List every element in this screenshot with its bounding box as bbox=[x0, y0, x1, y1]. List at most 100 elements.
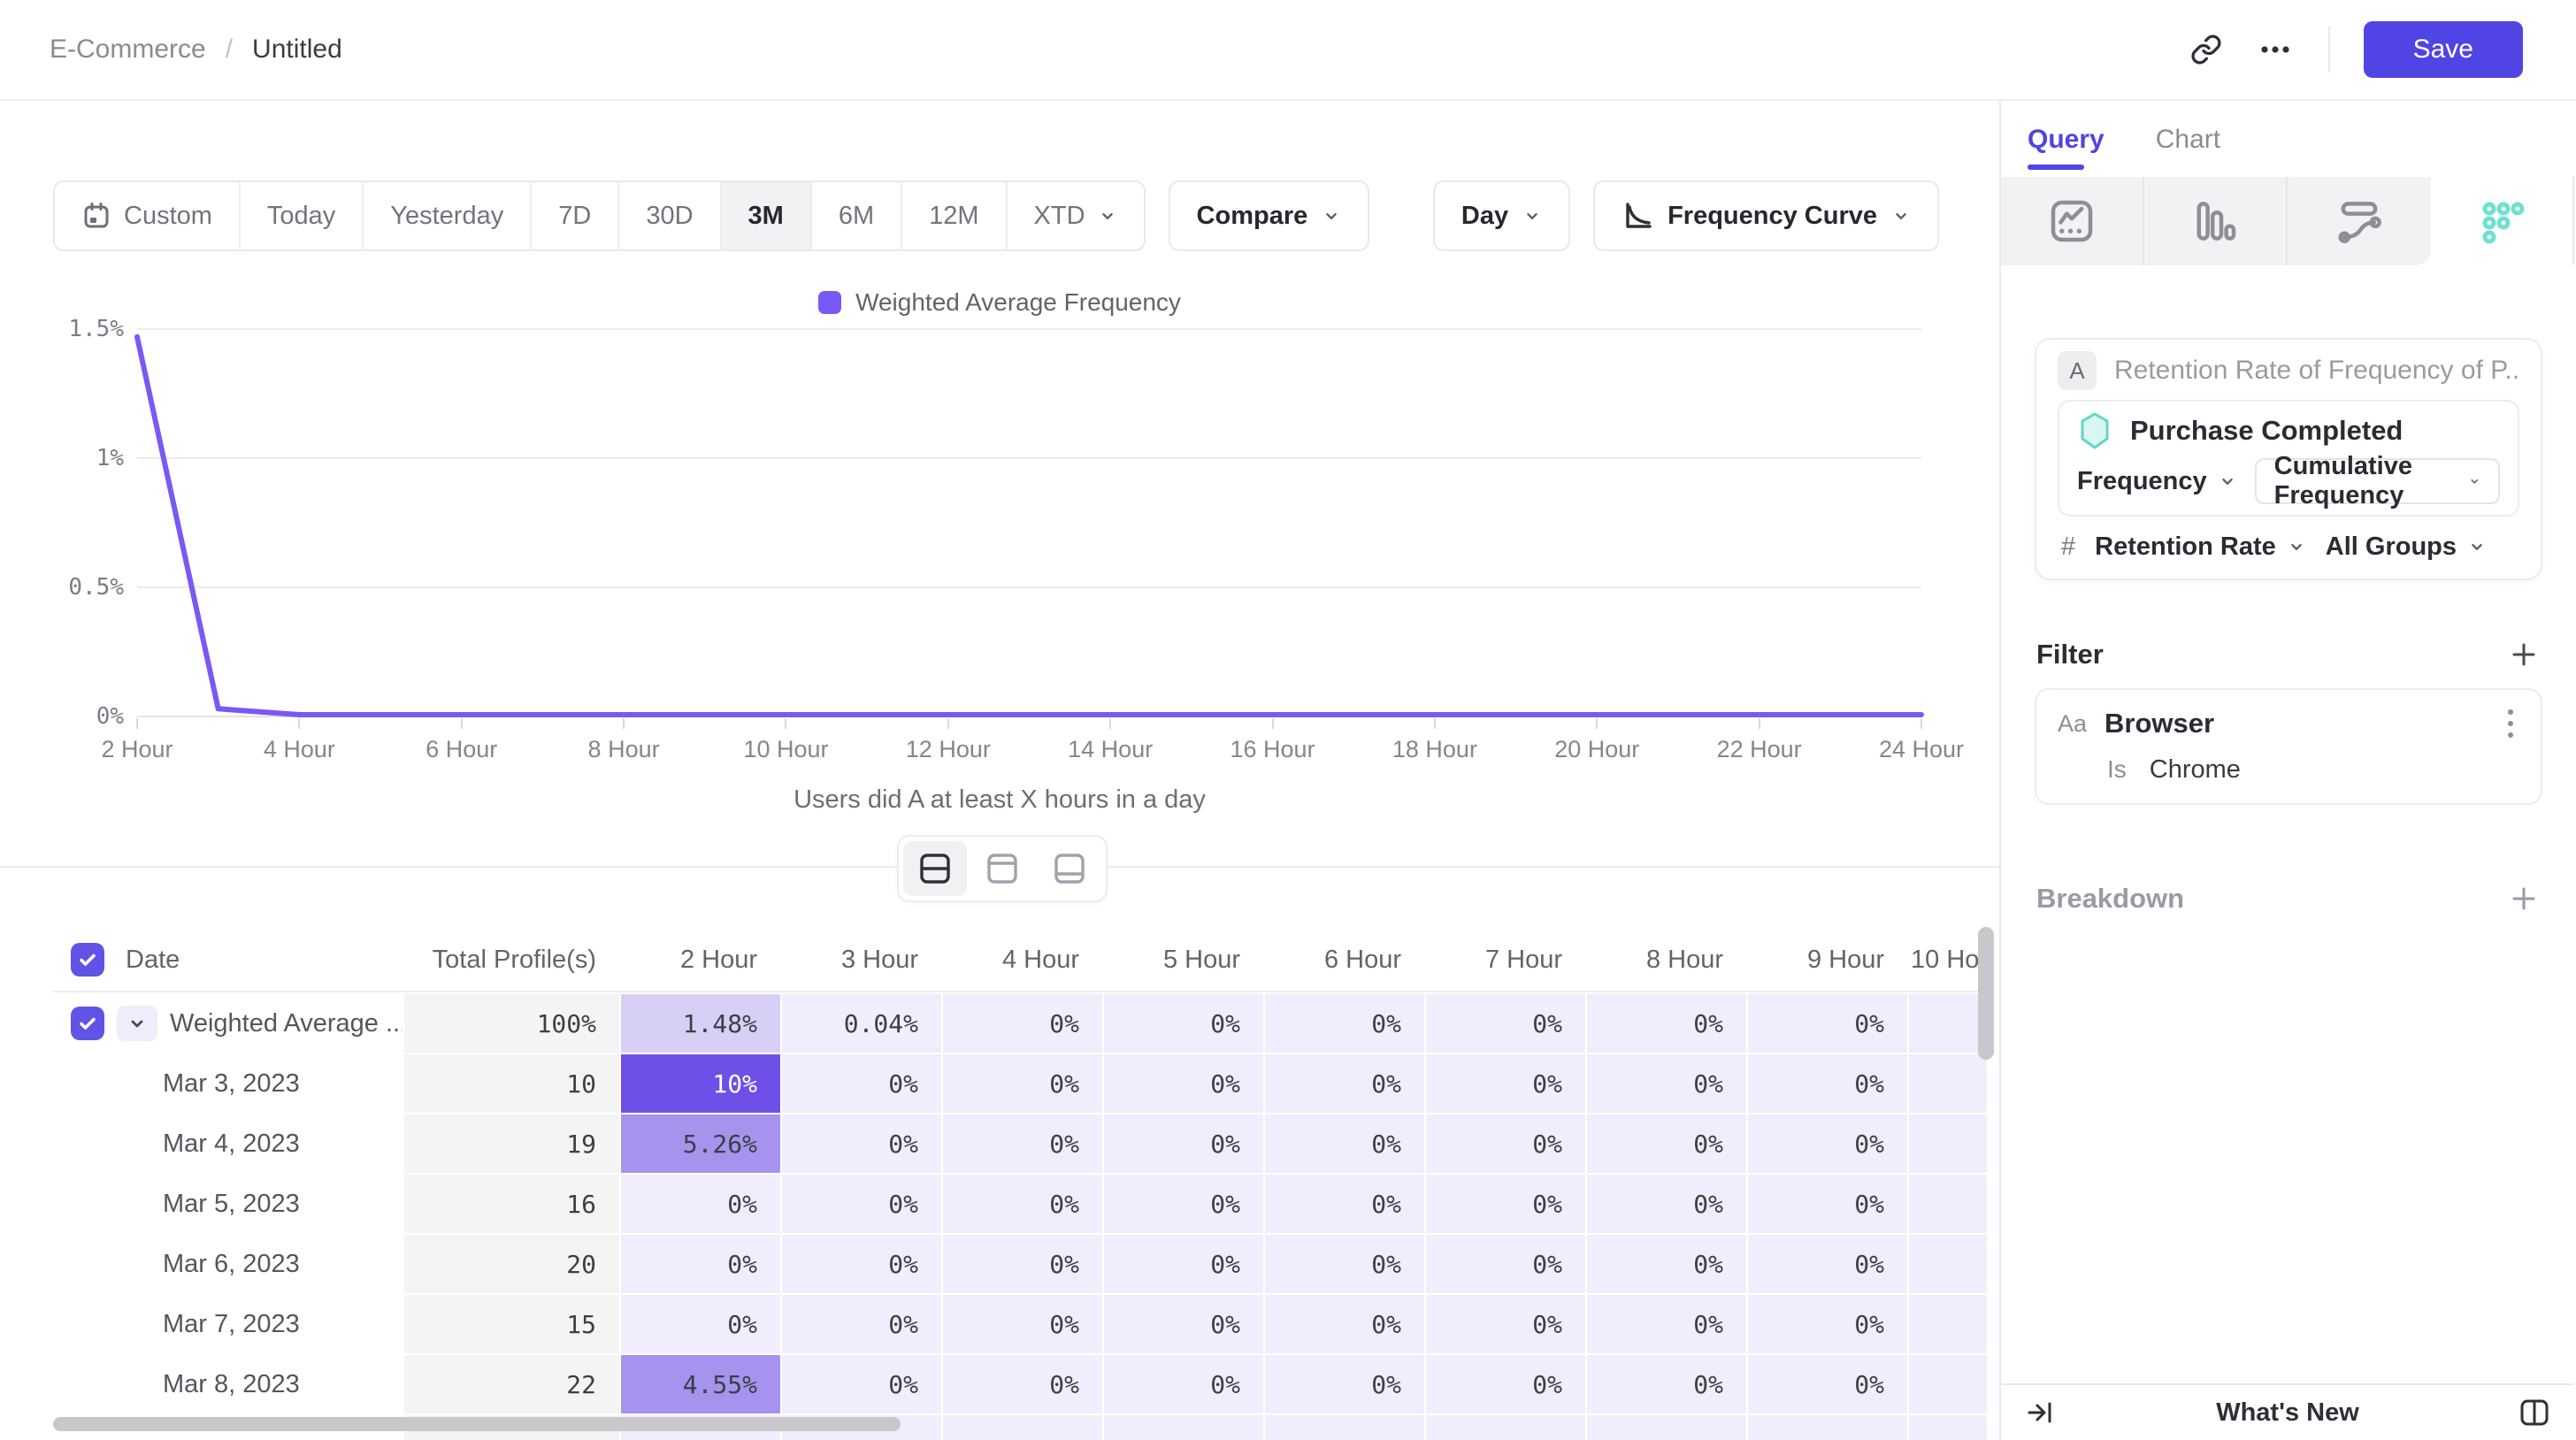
table-cell[interactable]: 0% bbox=[1424, 992, 1585, 1053]
event-name[interactable]: Purchase Completed bbox=[2130, 415, 2403, 447]
add-filter-icon[interactable] bbox=[2509, 640, 2539, 670]
table-cell[interactable]: 0% bbox=[1263, 1293, 1424, 1353]
table-cell[interactable]: 0% bbox=[619, 1293, 780, 1353]
table-cell[interactable]: 0% bbox=[941, 1113, 1102, 1173]
range-7d[interactable]: 7D bbox=[532, 182, 619, 249]
table-cell[interactable]: 10% bbox=[619, 1053, 780, 1113]
table-cell[interactable] bbox=[1907, 1173, 1987, 1233]
table-cell[interactable]: 0% bbox=[1746, 1353, 1907, 1413]
filter-property[interactable]: Browser bbox=[2104, 708, 2484, 739]
chart-type-insights[interactable] bbox=[2001, 177, 2144, 265]
column-header[interactable]: 8 Hour bbox=[1585, 929, 1746, 991]
measure-dropdown[interactable]: Retention Rate bbox=[2095, 532, 2306, 562]
series-title-input[interactable]: Retention Rate of Frequency of P... bbox=[2114, 356, 2519, 386]
range-custom[interactable]: Custom bbox=[55, 182, 241, 249]
collapse-sidebar-icon[interactable] bbox=[2026, 1398, 2056, 1428]
table-cell[interactable]: 0% bbox=[1102, 1113, 1263, 1173]
table-cell[interactable]: 5.26% bbox=[619, 1113, 780, 1173]
groups-dropdown[interactable]: All Groups bbox=[2326, 532, 2487, 562]
row-date[interactable]: Mar 5, 2023 bbox=[53, 1173, 402, 1233]
table-cell[interactable]: 0% bbox=[780, 1293, 941, 1353]
table-cell[interactable]: 0% bbox=[941, 1293, 1102, 1353]
breadcrumb-project[interactable]: E-Commerce bbox=[50, 34, 206, 65]
checkbox[interactable] bbox=[71, 943, 104, 977]
range-today[interactable]: Today bbox=[241, 182, 364, 249]
layout-table-only-button[interactable] bbox=[1038, 841, 1101, 896]
tab-chart[interactable]: Chart bbox=[2156, 115, 2220, 165]
table-cell[interactable]: 0% bbox=[1585, 1293, 1746, 1353]
checkbox[interactable] bbox=[71, 1007, 104, 1040]
table-cell[interactable]: 0% bbox=[1585, 1173, 1746, 1233]
table-cell[interactable]: 1.48% bbox=[619, 992, 780, 1053]
table-cell[interactable]: 0% bbox=[780, 1233, 941, 1293]
filter-operator[interactable]: Is bbox=[2107, 755, 2127, 784]
column-header[interactable]: 10 Hour bbox=[1907, 929, 1987, 991]
column-header[interactable]: 6 Hour bbox=[1263, 929, 1424, 991]
table-cell[interactable]: 0% bbox=[1585, 1233, 1746, 1293]
table-cell[interactable]: 0% bbox=[1263, 1053, 1424, 1113]
table-cell-total[interactable]: 20 bbox=[402, 1233, 619, 1293]
tab-query[interactable]: Query bbox=[2028, 115, 2104, 165]
table-cell-total[interactable]: 15 bbox=[402, 1293, 619, 1353]
filter-card[interactable]: Aa Browser Is Chrome bbox=[2035, 688, 2542, 805]
column-header[interactable]: 5 Hour bbox=[1102, 929, 1263, 991]
table-cell[interactable]: 0% bbox=[1746, 1233, 1907, 1293]
table-cell[interactable]: 0% bbox=[1585, 1353, 1746, 1413]
table-cell[interactable]: 0% bbox=[1746, 992, 1907, 1053]
table-cell[interactable]: 0% bbox=[941, 992, 1102, 1053]
row-date[interactable]: Mar 6, 2023 bbox=[53, 1233, 402, 1293]
table-cell[interactable]: 0.04% bbox=[780, 992, 941, 1053]
filter-value[interactable]: Chrome bbox=[2150, 755, 2241, 785]
save-button[interactable]: Save bbox=[2364, 21, 2523, 78]
granularity-button[interactable]: Day bbox=[1433, 180, 1570, 251]
table-cell[interactable] bbox=[1907, 992, 1987, 1053]
table-cell-total[interactable]: 22 bbox=[402, 1353, 619, 1413]
range-yesterday[interactable]: Yesterday bbox=[364, 182, 532, 249]
query-series-card[interactable]: A Retention Rate of Frequency of P... Pu… bbox=[2035, 338, 2542, 580]
table-cell[interactable]: 0% bbox=[941, 1053, 1102, 1113]
layout-chart-only-button[interactable] bbox=[970, 841, 1034, 896]
range-6m[interactable]: 6M bbox=[812, 182, 902, 249]
table-cell[interactable]: 0% bbox=[1263, 1173, 1424, 1233]
range-12m[interactable]: 12M bbox=[902, 182, 1007, 249]
add-breakdown-icon[interactable] bbox=[2509, 884, 2539, 914]
chart-type-flow[interactable] bbox=[2288, 177, 2431, 265]
column-header[interactable]: 4 Hour bbox=[941, 929, 1102, 991]
table-cell[interactable]: 0% bbox=[1102, 1053, 1263, 1113]
link-icon[interactable] bbox=[2190, 34, 2222, 65]
table-cell[interactable]: 0% bbox=[941, 1353, 1102, 1413]
breadcrumb-report-title[interactable]: Untitled bbox=[252, 34, 342, 65]
frequency-dropdown[interactable]: Frequency bbox=[2077, 467, 2237, 496]
chart-view-button[interactable]: Frequency Curve bbox=[1593, 180, 1939, 251]
table-cell-total[interactable]: 16 bbox=[402, 1173, 619, 1233]
filter-menu-icon[interactable] bbox=[2502, 706, 2519, 741]
table-cell[interactable] bbox=[1907, 1293, 1987, 1353]
table-cell[interactable]: 0% bbox=[1263, 1353, 1424, 1413]
vertical-scrollbar[interactable] bbox=[1978, 927, 1994, 1060]
panel-layout-icon[interactable] bbox=[2518, 1398, 2551, 1428]
table-cell[interactable] bbox=[1907, 1353, 1987, 1413]
table-cell[interactable]: 0% bbox=[1102, 1233, 1263, 1293]
chart-type-frequency[interactable] bbox=[2431, 177, 2574, 265]
table-cell[interactable]: 0% bbox=[780, 1053, 941, 1113]
table-cell[interactable]: 0% bbox=[1585, 992, 1746, 1053]
table-cell[interactable]: 0% bbox=[1102, 1173, 1263, 1233]
table-cell[interactable]: 0% bbox=[1746, 1173, 1907, 1233]
summary-row-label[interactable]: Weighted Average ... bbox=[53, 992, 402, 1053]
table-cell[interactable]: 0% bbox=[1424, 1233, 1585, 1293]
range-xtd[interactable]: XTD bbox=[1008, 182, 1144, 249]
range-30d[interactable]: 30D bbox=[619, 182, 721, 249]
table-cell[interactable]: 0% bbox=[1102, 992, 1263, 1053]
column-header[interactable]: 3 Hour bbox=[780, 929, 941, 991]
table-cell[interactable] bbox=[1907, 1053, 1987, 1113]
table-cell[interactable]: 0% bbox=[1102, 1293, 1263, 1353]
table-cell[interactable]: 0% bbox=[1263, 992, 1424, 1053]
table-cell[interactable]: 0% bbox=[780, 1173, 941, 1233]
table-cell[interactable]: 0% bbox=[1263, 1113, 1424, 1173]
row-date[interactable]: Mar 7, 2023 bbox=[53, 1293, 402, 1353]
column-header[interactable]: Total Profile(s) bbox=[402, 929, 619, 991]
table-cell[interactable] bbox=[1907, 1113, 1987, 1173]
table-cell[interactable]: 0% bbox=[1424, 1293, 1585, 1353]
table-cell[interactable]: 0% bbox=[619, 1233, 780, 1293]
table-cell[interactable]: 0% bbox=[1424, 1173, 1585, 1233]
